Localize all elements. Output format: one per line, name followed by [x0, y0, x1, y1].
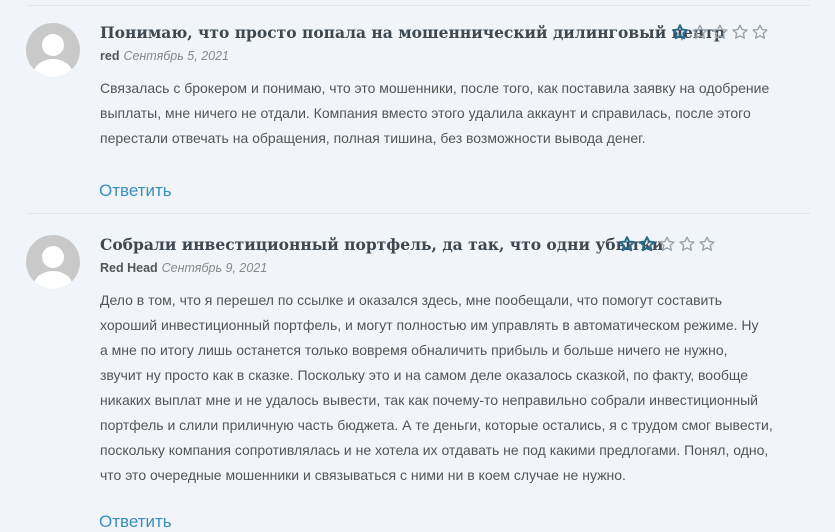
- comment-text-line: что это очередные мошенники и связыватьс…: [100, 467, 626, 483]
- author-name[interactable]: red: [100, 49, 119, 63]
- star-empty-icon: [732, 24, 748, 39]
- comment-title: Собрали инвестиционный портфель, да так,…: [100, 235, 664, 254]
- author-name[interactable]: Red Head: [100, 261, 158, 275]
- comment-date: Сентябрь 9, 2021: [161, 261, 268, 275]
- comment-text-line: никаких выплат мне и не удалось вывести,…: [100, 392, 758, 408]
- comment-divider: [27, 5, 810, 6]
- star-empty-icon: [752, 24, 768, 39]
- star-empty-icon: [712, 24, 728, 39]
- reply-link[interactable]: Ответить: [99, 181, 172, 201]
- comment-text-line: хороший инвестиционный портфель, и могут…: [100, 317, 759, 333]
- star-filled-icon: [619, 236, 635, 252]
- comment-date: Сентябрь 5, 2021: [123, 49, 229, 63]
- star-empty-icon: [692, 24, 708, 39]
- comment-author[interactable]: Red Head Сентябрь 9, 2021: [100, 261, 267, 275]
- comment-text-line: поскольку компания сопротивлялась и не х…: [100, 442, 769, 458]
- comment-title: Понимаю, что просто попала на мошенничес…: [100, 23, 725, 42]
- comment-text-line: перестали отвечать на обращения, полная …: [100, 130, 646, 146]
- user-silhouette-icon: [33, 34, 73, 77]
- star-filled-icon: [672, 24, 688, 40]
- user-silhouette-icon: [33, 246, 73, 289]
- comment-text-line: а мне по итогу лишь останется только вов…: [100, 342, 728, 358]
- comment-text-line: звучит ну просто как в сказке. Поскольку…: [100, 367, 749, 383]
- comment-text-line: Дело в том, что я перешел по ссылке и ок…: [100, 292, 723, 308]
- avatar: [26, 235, 80, 289]
- rating-stars: [619, 236, 715, 252]
- star-empty-icon: [659, 236, 675, 251]
- comment-author[interactable]: red Сентябрь 5, 2021: [100, 49, 229, 63]
- star-empty-icon: [679, 236, 695, 251]
- comment-text-line: Связалась с брокером и понимаю, что это …: [100, 80, 770, 96]
- comment-text: Дело в том, что я перешел по ссылке и ок…: [100, 288, 800, 488]
- comment-text-line: выплаты, мне ничего не отдали. Компания …: [100, 105, 751, 121]
- reply-link[interactable]: Ответить: [99, 512, 172, 532]
- comment-text: Связалась с брокером и понимаю, что это …: [100, 76, 800, 151]
- comment-text-line: портфель и слили приличную часть бюджета…: [100, 417, 773, 433]
- star-empty-icon: [699, 236, 715, 251]
- avatar: [26, 23, 80, 77]
- rating-stars: [672, 24, 768, 40]
- star-filled-icon: [639, 236, 655, 252]
- comment-divider: [27, 213, 810, 214]
